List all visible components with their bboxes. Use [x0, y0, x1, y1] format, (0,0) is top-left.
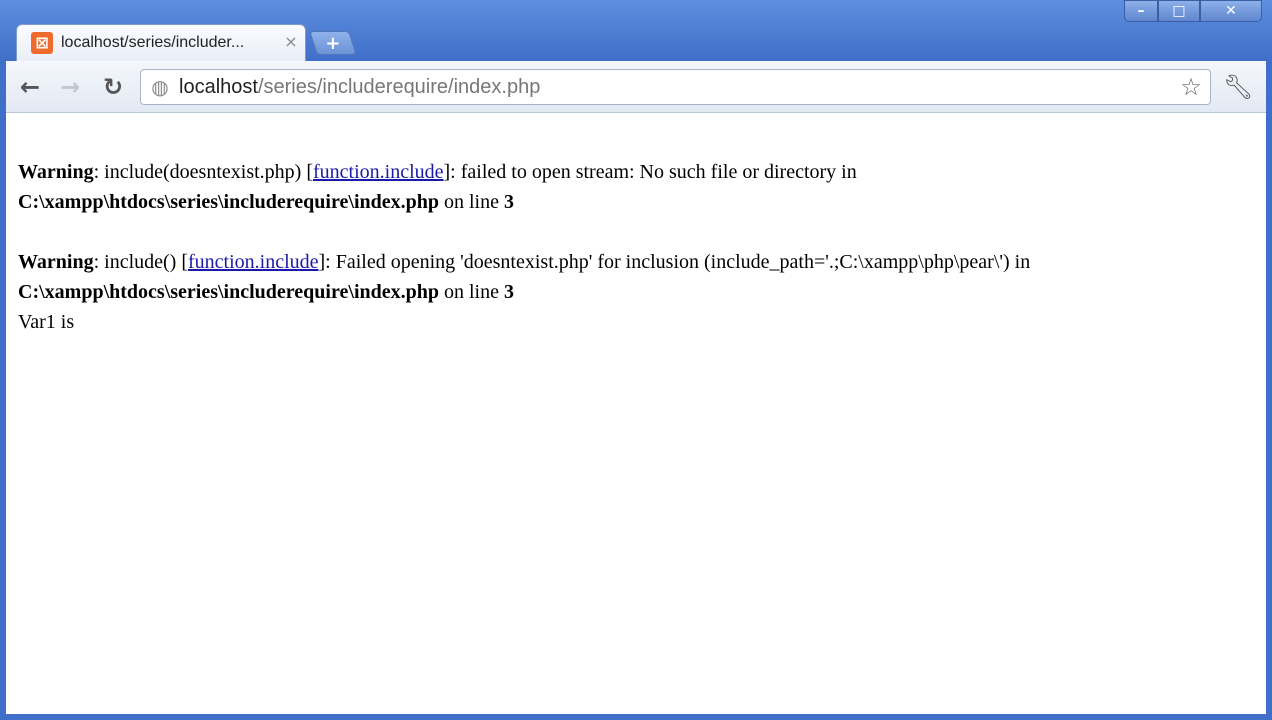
address-bar[interactable]: ◍ localhost/series/includerequire/index.…: [140, 69, 1211, 105]
function-include-link[interactable]: function.include: [313, 161, 444, 183]
warning-line-number: 3: [504, 281, 514, 303]
close-window-button[interactable]: ✕: [1200, 0, 1262, 22]
browser-window: ⊠ localhost/series/includer... × + – □ ✕…: [0, 0, 1272, 720]
back-button[interactable]: ←: [14, 71, 46, 103]
star-icon[interactable]: ☆: [1178, 74, 1204, 100]
new-tab-button[interactable]: +: [309, 31, 357, 55]
warning-text: ]: failed to open stream: No such file o…: [443, 161, 857, 183]
output-line: Var1 is: [18, 311, 75, 333]
wrench-icon[interactable]: 🔧︎: [1222, 71, 1254, 103]
warning-label: Warning: [18, 161, 94, 183]
title-bar: ⊠ localhost/series/includer... × + – □ ✕: [0, 0, 1272, 62]
forward-button[interactable]: →: [54, 71, 86, 103]
maximize-button[interactable]: □: [1158, 0, 1200, 22]
minimize-button[interactable]: –: [1124, 0, 1158, 22]
reload-button[interactable]: ↻: [97, 71, 129, 103]
xampp-icon: ⊠: [31, 32, 53, 54]
warning-text: on line: [439, 281, 504, 303]
url-text: localhost/series/includerequire/index.ph…: [179, 76, 540, 98]
tab-active[interactable]: ⊠ localhost/series/includer... ×: [16, 24, 306, 62]
warning-file-path: C:\xampp\htdocs\series\includerequire\in…: [18, 191, 439, 213]
warning-message: Warning: include() [function.include]: F…: [18, 247, 1248, 307]
browser-toolbar: ← → ↻ ◍ localhost/series/includerequire/…: [6, 61, 1266, 113]
close-icon[interactable]: ×: [282, 32, 300, 52]
url-host: localhost: [179, 76, 258, 98]
warning-text: : include(doesntexist.php) [: [93, 161, 313, 183]
tab-title: localhost/series/includer...: [61, 34, 245, 51]
warning-text: : include() [: [93, 251, 188, 273]
warning-line-number: 3: [504, 191, 514, 213]
warning-file-path: C:\xampp\htdocs\series\includerequire\in…: [18, 281, 439, 303]
warning-label: Warning: [18, 251, 94, 273]
warning-text: on line: [439, 191, 504, 213]
url-path: /series/includerequire/index.php: [257, 76, 541, 98]
php-output: Warning: include(doesntexist.php) [funct…: [18, 157, 1248, 337]
page-content: Warning: include(doesntexist.php) [funct…: [6, 113, 1266, 714]
plus-icon: +: [325, 33, 341, 54]
function-include-link[interactable]: function.include: [188, 251, 319, 273]
globe-icon: ◍: [151, 75, 169, 99]
warning-message: Warning: include(doesntexist.php) [funct…: [18, 157, 1248, 217]
warning-text: ]: Failed opening 'doesntexist.php' for …: [318, 251, 1031, 273]
